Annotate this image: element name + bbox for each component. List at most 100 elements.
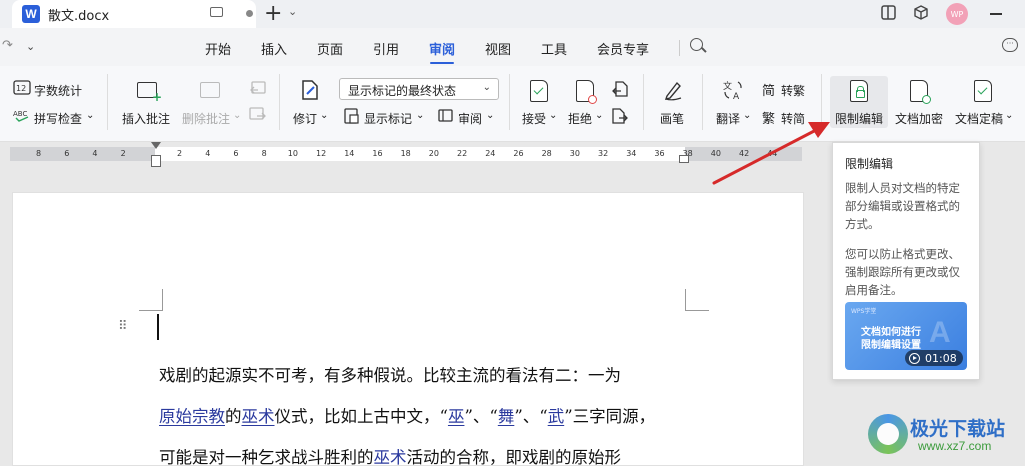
watermark: 极光下载站 www.xz7.com — [868, 410, 1022, 462]
video-duration: 01:08 — [925, 351, 957, 365]
linked-term[interactable]: 原始宗教 — [159, 407, 225, 426]
tutorial-video-thumbnail[interactable]: WPS学堂 A 文档如何进行 限制编辑设置 01:08 — [845, 302, 967, 370]
left-indent-marker[interactable] — [151, 155, 161, 167]
drag-handle-icon[interactable]: ⠿ — [118, 320, 127, 333]
next-change-icon[interactable] — [611, 107, 629, 125]
ruler-tick-label: 6 — [233, 149, 239, 158]
word-count-button[interactable]: 字数统计 — [34, 82, 82, 99]
spell-check-icon: ABC — [13, 110, 29, 122]
tab-references[interactable]: 引用 — [373, 39, 399, 58]
text-line: 原始宗教的巫术仪式，比如上古中文，“巫”、“舞”、“武”三字同源， — [159, 396, 687, 437]
ruler-tick-label: 16 — [372, 149, 383, 158]
ruler-tick-label: 2 — [177, 149, 183, 158]
next-comment-icon[interactable] — [249, 107, 267, 123]
active-tab-indicator — [430, 62, 454, 64]
video-duration-badge[interactable]: 01:08 — [905, 350, 963, 366]
previous-change-icon[interactable] — [611, 80, 629, 98]
to-traditional-button[interactable]: 转繁 — [781, 82, 805, 99]
chevron-down-icon[interactable]: ⌄ — [233, 110, 241, 121]
chevron-down-icon[interactable]: ⌄ — [416, 110, 424, 121]
video-brand-label: WPS学堂 — [851, 308, 877, 315]
text-cursor — [157, 314, 159, 340]
spell-check-button[interactable]: 拼写检查 — [34, 110, 82, 127]
video-decoration: A — [929, 316, 951, 349]
chevron-down-icon[interactable]: ⌄ — [86, 110, 94, 121]
word-count-icon: 12 — [13, 80, 31, 95]
divider — [643, 74, 644, 130]
text-run: 的 — [225, 407, 242, 426]
ruler-tick-label: 32 — [598, 149, 609, 158]
right-indent-marker[interactable] — [679, 155, 689, 163]
tab-page[interactable]: 页面 — [317, 39, 343, 58]
doc-finalize-button[interactable]: 文档定稿 — [955, 110, 1003, 127]
linked-term[interactable]: 武 — [548, 407, 565, 426]
chevron-down-icon[interactable]: ⌄ — [549, 110, 557, 121]
restrict-edit-icon — [850, 80, 868, 102]
restrict-edit-button[interactable]: 限制编辑 — [835, 110, 883, 127]
doc-encrypt-button[interactable]: 文档加密 — [895, 110, 943, 127]
tooltip-description: 限制人员对文档的特定部分编辑或设置格式的方式。 — [845, 181, 960, 231]
linked-term[interactable]: 舞 — [498, 407, 515, 426]
ruler-tick-label: 24 — [485, 149, 496, 158]
chevron-down-icon[interactable]: ⌄ — [595, 110, 603, 121]
text-run: 仪式，比如上古中文，“ — [274, 407, 448, 426]
ruler-tick-label: 2 — [120, 149, 126, 158]
chevron-down-icon[interactable]: ⌄ — [26, 40, 35, 53]
chevron-down-icon[interactable]: ⌄ — [288, 5, 297, 18]
text-line: 可能是对一种乞求战斗胜利的巫术活动的合称，即戏剧的原始形 — [159, 437, 687, 466]
delete-comment-icon — [200, 82, 220, 98]
new-tab-button[interactable]: + — [264, 1, 282, 26]
window-layout-icon[interactable] — [880, 4, 898, 22]
to-simplified-button[interactable]: 转简 — [781, 110, 805, 127]
more-options-icon[interactable]: ··· — [1002, 38, 1018, 52]
insert-comment-button[interactable]: 插入批注 — [122, 110, 170, 127]
chevron-down-icon[interactable]: ⌄ — [743, 110, 751, 121]
reject-button[interactable]: 拒绝 — [568, 110, 592, 127]
ruler-tick-label: 8 — [261, 149, 267, 158]
chevron-down-icon[interactable]: ⌄ — [1005, 110, 1013, 121]
ruler-tick-label: 30 — [569, 149, 580, 158]
ruler-tick-label: 12 — [316, 149, 327, 158]
linked-term[interactable]: 巫术 — [242, 407, 275, 426]
document-tab[interactable]: W 散文.docx — [12, 0, 256, 28]
chevron-down-icon[interactable]: ⌄ — [486, 110, 494, 121]
minimize-icon[interactable] — [990, 13, 1002, 15]
ruler-tick-label: 42 — [739, 149, 750, 158]
tab-tools[interactable]: 工具 — [541, 39, 567, 58]
show-markup-button[interactable]: 显示标记 — [364, 110, 412, 127]
tab-home[interactable]: 开始 — [205, 39, 231, 58]
body-paragraph[interactable]: 戏剧的起源实不可考，有多种假说。比较主流的看法有二：一为 原始宗教的巫术仪式，比… — [159, 355, 687, 466]
previous-comment-icon[interactable] — [249, 81, 267, 97]
markup-state-select[interactable]: 显示标记的最终状态 ⌄ — [339, 78, 499, 100]
accept-change-icon — [530, 80, 548, 102]
first-line-indent-marker[interactable] — [151, 142, 161, 149]
review-pane-button[interactable]: 审阅 — [458, 110, 482, 127]
tab-review[interactable]: 审阅 — [429, 39, 455, 58]
tab-insert[interactable]: 插入 — [261, 39, 287, 58]
document-page[interactable]: ⠿ 戏剧的起源实不可考，有多种假说。比较主流的看法有二：一为 原始宗教的巫术仪式… — [12, 192, 804, 466]
markup-state-value: 显示标记的最终状态 — [348, 84, 457, 98]
translate-button[interactable]: 翻译 — [716, 110, 740, 127]
tab-member[interactable]: 会员专享 — [597, 39, 649, 58]
avatar[interactable]: WP — [946, 3, 968, 25]
unsaved-dot-icon[interactable] — [246, 10, 253, 17]
svg-text:A: A — [733, 92, 740, 101]
track-changes-button[interactable]: 修订 — [293, 110, 317, 127]
wps-writer-icon: W — [22, 5, 40, 23]
search-icon[interactable] — [690, 38, 703, 51]
delete-comment-button[interactable]: 删除批注 — [182, 110, 230, 127]
chevron-down-icon[interactable]: ⌄ — [320, 110, 328, 121]
accept-button[interactable]: 接受 — [522, 110, 546, 127]
divider — [679, 40, 680, 56]
tab-view[interactable]: 视图 — [485, 39, 511, 58]
ruler-tick-label: 18 — [400, 149, 411, 158]
ruler-tick-label: 14 — [344, 149, 355, 158]
monitor-icon[interactable] — [210, 7, 223, 17]
linked-term[interactable]: 巫 — [448, 407, 465, 426]
redo-icon[interactable]: ↷ — [2, 38, 13, 53]
cube-icon[interactable] — [912, 4, 930, 22]
margin-corner-mark — [139, 289, 163, 311]
linked-term[interactable]: 巫术 — [374, 448, 407, 466]
document-tab-title: 散文.docx — [48, 8, 110, 24]
pen-button[interactable]: 画笔 — [660, 110, 684, 127]
